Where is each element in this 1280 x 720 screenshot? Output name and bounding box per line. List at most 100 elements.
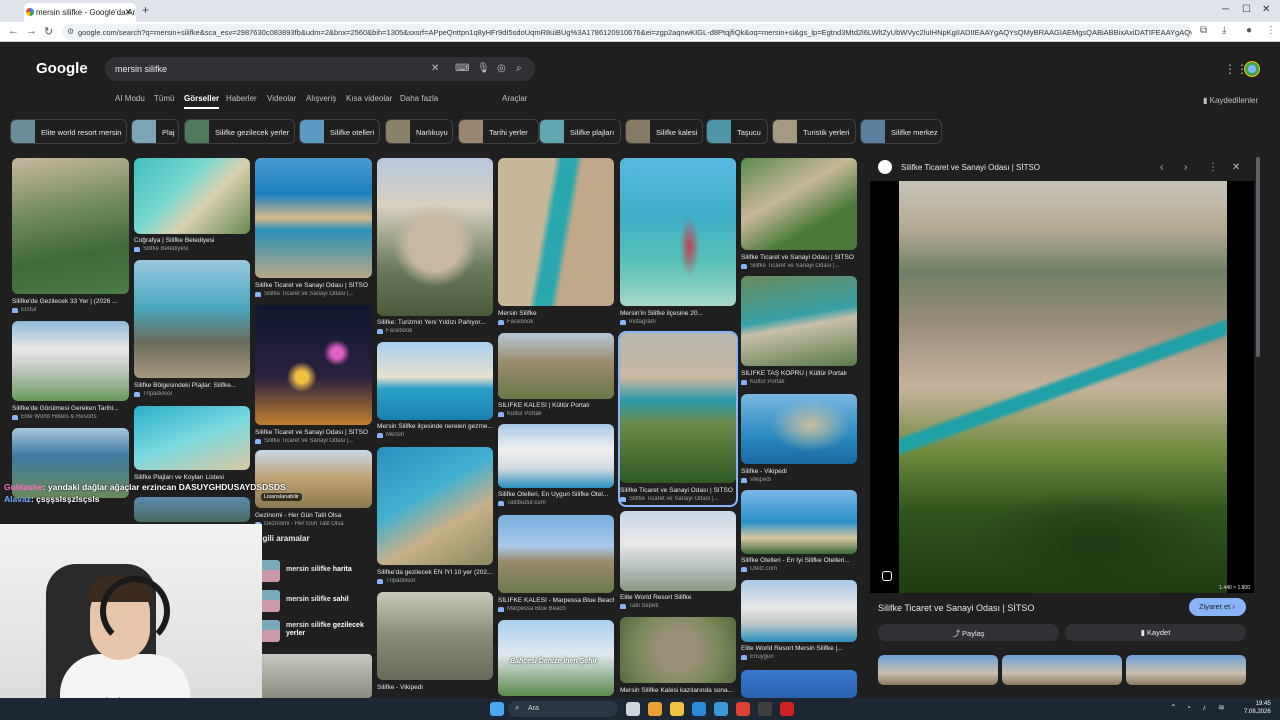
new-tab-icon[interactable]: + (142, 3, 149, 17)
chip[interactable]: Silifke kalesi (625, 119, 703, 144)
tab-ai-mode[interactable]: AI Modu (115, 94, 145, 103)
chip[interactable]: Taşucu (706, 119, 768, 144)
mic-icon[interactable]: 🎙 (477, 63, 490, 74)
image-result[interactable]: Elite World Resort Mersin Silifke |... E… (741, 580, 857, 664)
clear-icon[interactable]: ✕ (431, 63, 439, 74)
related-image-thumbnail[interactable] (878, 655, 998, 685)
tab-shopping[interactable]: Alışveriş (306, 94, 336, 103)
preview-image[interactable]: 1.440 × 1.800 (870, 181, 1254, 593)
maximize-icon[interactable]: ☐ (1242, 4, 1251, 15)
image-result[interactable]: Silifke'da gezilecek EN İYİ 10 yer (202.… (377, 447, 493, 585)
search-box[interactable]: mersin silifke ✕ ⌨ 🎙 ◎ ⌕ (105, 57, 535, 81)
volume-icon[interactable]: ♪ (1202, 703, 1206, 712)
image-result[interactable]: Silifke Otelleri, En Uygun Silifke Otel.… (498, 424, 614, 510)
browser-menu-icon[interactable]: ⋮ (1266, 25, 1276, 36)
image-result[interactable]: SİLİFKE KALESİ | Kültür Portalı Kültür P… (498, 333, 614, 419)
start-icon[interactable] (490, 702, 504, 716)
previous-icon[interactable]: ‹ (1160, 162, 1163, 173)
related-item[interactable]: mersin silifke sahil (258, 590, 372, 614)
image-result[interactable]: Elite World Resort Silifke Tatil Sepeti (620, 511, 736, 611)
obs-icon[interactable] (758, 702, 772, 716)
chip[interactable]: Plaj (131, 119, 179, 144)
related-item[interactable]: mersin silifke harita (258, 560, 372, 584)
keyboard-icon[interactable]: ⌨ (455, 63, 469, 74)
image-result[interactable]: SİLİFKE KALESİ - Marpessa Blue Beach Mar… (498, 515, 614, 613)
minimize-icon[interactable]: ─ (1222, 4, 1229, 15)
image-result-selected[interactable]: Silifke Ticaret ve Sanayi Odası | SİTSO … (618, 331, 738, 507)
lens-search-icon[interactable] (882, 571, 892, 581)
image-result[interactable]: Silifke Ticaret ve Sanayi Odası | SİTSO … (741, 158, 857, 270)
chip[interactable]: Turistik yerleri (772, 119, 856, 144)
image-result[interactable]: Silifke Otelleri - En İyi Silifke Otelle… (741, 490, 857, 574)
clock[interactable]: 19:45 7.08.2026 (1244, 700, 1271, 716)
preview-title[interactable]: Silifke Ticaret ve Sanayi Odası | SİTSO (878, 603, 1034, 613)
related-image[interactable] (258, 654, 372, 698)
lens-icon[interactable]: ◎ (497, 63, 506, 74)
window-close-icon[interactable]: ✕ (1262, 4, 1270, 15)
tab-close-icon[interactable]: ✕ (124, 7, 132, 18)
forward-icon[interactable]: → (26, 25, 37, 37)
tab-images[interactable]: Görseller (184, 94, 220, 109)
chip[interactable]: Narlıkuyu (385, 119, 453, 144)
save-button[interactable]: ▮ Kaydet (1065, 624, 1246, 641)
back-icon[interactable]: ← (8, 25, 19, 37)
tools-button[interactable]: Araçlar (502, 94, 527, 103)
profile-icon[interactable]: ● (1246, 25, 1252, 36)
image-result[interactable]: Silifke: Turizmin Yeni Yıldızı Parlıyor.… (377, 158, 493, 336)
image-result[interactable]: Mersin Silifke ilçesinde nereleri gezme.… (377, 342, 493, 440)
next-icon[interactable]: › (1184, 162, 1187, 173)
image-result[interactable]: Silifke - Vikipedi (377, 592, 493, 696)
taskbar-search[interactable]: ⌕ Ara (508, 701, 618, 717)
tab-short-videos[interactable]: Kısa videolar (346, 94, 392, 103)
image-result[interactable]: Silifke'de Görülmesi Gereken Tarihi... E… (12, 321, 129, 423)
image-result[interactable]: Silifke'de Gezilecek 33 Yer | (2026 ... … (12, 158, 129, 313)
browser-tab[interactable]: mersin silifke - Google'da Ara ✕ (24, 3, 136, 22)
image-result[interactable]: Bahçesi Denize İnen Şehir (498, 620, 614, 696)
store-icon[interactable] (714, 702, 728, 716)
downloads-icon[interactable]: ⤓ (1222, 25, 1226, 36)
google-logo[interactable]: Google (36, 60, 88, 77)
tab-news[interactable]: Haberler (226, 94, 257, 103)
chip[interactable]: Tarihi yerler (458, 119, 539, 144)
image-result[interactable]: Mersin Silifke Facebook (498, 158, 614, 328)
image-result[interactable]: Silifke Bölgesindeki Plajlar: Silifke...… (134, 260, 250, 400)
scrollbar[interactable] (1256, 157, 1260, 357)
reload-icon[interactable]: ↻ (44, 25, 53, 38)
image-result[interactable]: Mersin Silifke Kalesi kazılarında sona..… (620, 617, 736, 697)
wifi-icon[interactable]: ≋ (1218, 703, 1225, 712)
task-view-icon[interactable] (626, 702, 640, 716)
chip[interactable]: Elite world resort mersin (10, 119, 127, 144)
chip[interactable]: Silifke plajları (539, 119, 621, 144)
image-result[interactable]: Silifke - Vikipedi Vikipedi (741, 394, 857, 486)
image-result[interactable]: Silifke Plajları ve Koyları Listesi (134, 406, 250, 488)
image-result[interactable]: SİLİFKE TAŞ KÖPRÜ | Kültür Portalı Kültü… (741, 276, 857, 388)
chip[interactable]: Silifke otelleri (299, 119, 380, 144)
site-info-icon[interactable]: ⚙ (67, 27, 74, 36)
edge-icon[interactable] (692, 702, 706, 716)
widget-icon[interactable] (648, 702, 662, 716)
close-panel-icon[interactable]: ✕ (1232, 162, 1240, 173)
related-image-thumbnail[interactable] (1002, 655, 1122, 685)
image-result[interactable]: Silifke Ticaret ve Sanayi Odası | SİTSO … (255, 158, 372, 300)
chip[interactable]: Silifke gezilecek yerler (184, 119, 295, 144)
extensions-icon[interactable]: ⧉ (1200, 25, 1207, 36)
app-icon[interactable] (780, 702, 794, 716)
visit-button[interactable]: Ziyaret et › (1189, 598, 1246, 616)
related-image-thumbnail[interactable] (1126, 655, 1246, 685)
image-result[interactable] (741, 670, 857, 698)
tray-chevron-icon[interactable]: ⌃ (1170, 703, 1177, 712)
chip[interactable]: Silifke merkez (860, 119, 942, 144)
url-field[interactable]: ⚙ google.com/search?q=mersin+silifke&sca… (62, 24, 1192, 40)
saved-link[interactable]: ▮ Kaydedilenler (1203, 96, 1258, 105)
image-result[interactable]: Coğrafya | Silifke Belediyesi Silifke Be… (134, 158, 250, 254)
avatar[interactable] (1244, 61, 1260, 77)
image-result[interactable]: Mersin'in Silifke ilçesine 20... Instagr… (620, 158, 736, 328)
share-button[interactable]: ⤴ Paylaş (878, 624, 1059, 641)
related-item[interactable]: mersin silifke gezilecek yerler (258, 620, 372, 652)
search-input[interactable]: mersin silifke (115, 64, 167, 74)
more-options-icon[interactable]: ⋮ (1208, 162, 1218, 173)
image-result[interactable]: Silifke Ticaret ve Sanayi Odası | SİTSO … (255, 305, 372, 446)
search-icon[interactable]: ⌕ (516, 63, 522, 74)
chrome-icon[interactable] (736, 702, 750, 716)
network-icon[interactable]: ◔ (1186, 703, 1191, 712)
